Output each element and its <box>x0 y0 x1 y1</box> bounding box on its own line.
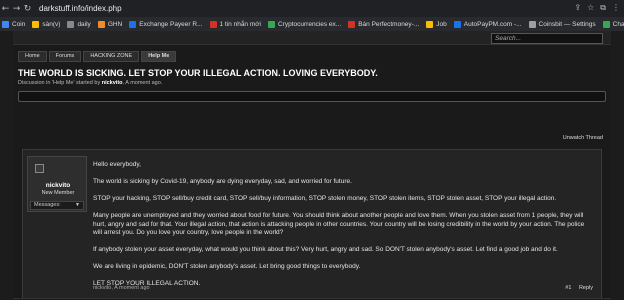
bookmark-label: 1 tin nhắn mới <box>219 20 261 28</box>
thread-title: THE WORLD IS SICKING. LET STOP YOUR ILLE… <box>18 68 378 78</box>
bookmark-label: daily <box>77 20 91 28</box>
reply-link[interactable]: Reply <box>579 285 593 291</box>
post-footer-author[interactable]: nickvito <box>93 285 111 291</box>
post-actions: #1 Reply <box>559 285 593 291</box>
thread-meta-prefix: Discussion in 'Help Me' started by <box>18 80 101 86</box>
bookmark-favicon-icon <box>97 20 105 28</box>
unwatch-thread-link[interactable]: Unwatch Thread <box>563 135 603 141</box>
bookmark-item[interactable]: GHN <box>97 20 123 28</box>
reload-icon[interactable]: ↻ <box>22 4 33 14</box>
post-paragraph: LET STOP YOUR ILLEGAL ACTION. <box>93 280 201 287</box>
menu-icon[interactable]: ⋮ <box>612 3 620 13</box>
chevron-down-icon[interactable]: ▼ <box>75 202 80 209</box>
bookmark-favicon-icon <box>67 20 75 28</box>
top-navigation: Search... <box>13 31 611 45</box>
user-title: New Member <box>41 190 75 196</box>
bookmark-favicon-icon <box>267 20 275 28</box>
post: nickvito New Member Messages: ▼ Hello ev… <box>22 149 602 299</box>
bookmark-item[interactable]: Job <box>426 20 447 28</box>
post-number[interactable]: #1 <box>565 285 571 291</box>
bookmark-label: Coin <box>12 20 26 28</box>
breadcrumb-home[interactable]: Home <box>18 51 47 62</box>
bookmark-favicon-icon <box>209 20 217 28</box>
thread-author-link[interactable]: nickvito <box>102 80 123 86</box>
bookmarks-bar: Coin sàn(v) daily GHN Exchange Payeer R... 1 … <box>0 17 624 31</box>
bookmark-item[interactable]: Cryptocurrencies ex... <box>267 20 342 28</box>
share-icon[interactable]: ⇪ <box>574 3 581 13</box>
bookmark-favicon-icon <box>32 20 40 28</box>
bookmark-item[interactable]: sàn(v) <box>32 20 61 28</box>
bookmark-label: sàn(v) <box>42 20 61 28</box>
bookmark-favicon-icon <box>129 20 137 28</box>
bookmark-label: Coinsbit — Settings <box>538 20 596 28</box>
bookmark-label: Exchange Payeer R... <box>139 20 203 28</box>
bookmark-label: Cryptocurrencies ex... <box>277 20 342 28</box>
thread-info-bar <box>18 91 606 102</box>
url-text[interactable]: darkstuff.info/index.php <box>39 4 122 13</box>
bookmark-item[interactable]: Bán Perfectmoney-... <box>348 20 420 28</box>
post-paragraph: Many people are unemployed and they worr… <box>93 212 585 236</box>
bookmark-item[interactable]: 1 tin nhắn mới <box>209 20 261 28</box>
bookmark-favicon-icon <box>2 20 9 28</box>
breadcrumb-help-me[interactable]: Help Me <box>141 51 177 62</box>
thread-meta: Discussion in 'Help Me' started by nickv… <box>18 80 163 86</box>
messages-row[interactable]: Messages: ▼ <box>30 201 84 210</box>
breadcrumb: Home Forums HACKING ZONE Help Me <box>18 51 178 62</box>
post-paragraph: STOP your hacking, STOP sell/buy credit … <box>93 195 557 202</box>
bookmark-favicon-icon <box>453 20 461 28</box>
bookmark-item[interactable]: Exchange Payeer R... <box>129 20 203 28</box>
bookmark-favicon-icon <box>426 20 434 28</box>
bookmark-favicon-icon <box>348 20 356 28</box>
post-paragraph: Hello everybody, <box>93 161 141 168</box>
post-body: Hello everybody, The world is sicking by… <box>93 161 593 297</box>
bookmark-label: Job <box>436 20 447 28</box>
back-icon[interactable]: ← <box>0 4 11 14</box>
post-footer-time: A moment ago <box>114 285 150 291</box>
breadcrumb-hacking-zone[interactable]: HACKING ZONE <box>83 51 140 62</box>
bookmark-label: GHN <box>107 20 123 28</box>
post-footer: nickvito, A moment ago <box>93 285 150 291</box>
bookmark-item[interactable]: daily <box>67 20 91 28</box>
messages-label: Messages: <box>34 202 61 208</box>
extensions-icon[interactable]: ⧉ <box>600 3 606 13</box>
post-username[interactable]: nickvito <box>28 182 88 189</box>
browser-actions: ⇪ ☆ ⧉ ⋮ <box>574 3 620 13</box>
thread-time: A moment ago. <box>125 80 163 86</box>
bookmark-favicon-icon <box>602 20 610 28</box>
user-info-box: nickvito New Member Messages: ▼ <box>27 156 87 212</box>
bookmark-star-icon[interactable]: ☆ <box>587 3 594 13</box>
bookmark-item[interactable]: Coin <box>2 20 26 28</box>
forward-icon[interactable]: → <box>11 4 22 14</box>
bookmark-item[interactable]: Chainge <box>602 20 624 28</box>
bookmark-favicon-icon <box>528 20 536 28</box>
bookmark-label: Bán Perfectmoney-... <box>358 20 420 28</box>
browser-address-bar: ← → ↻ darkstuff.info/index.php ⇪ ☆ ⧉ ⋮ <box>0 0 624 17</box>
bookmark-label: Chainge <box>612 20 624 28</box>
bookmark-label: AutoPayPM.com -... <box>463 20 522 28</box>
forum-page: Search... Home Forums HACKING ZONE Help … <box>13 31 611 300</box>
divider <box>13 298 611 299</box>
breadcrumb-forums[interactable]: Forums <box>48 51 82 62</box>
post-paragraph: If anybody stolen your asset everyday, w… <box>93 246 558 253</box>
avatar[interactable] <box>35 164 44 173</box>
bookmark-item[interactable]: Coinsbit — Settings <box>528 20 596 28</box>
post-paragraph: The world is sicking by Covid-19, anybod… <box>93 178 352 185</box>
search-input[interactable]: Search... <box>491 33 603 44</box>
post-paragraph: We are living in epidemic, DON'T stolen … <box>93 263 361 270</box>
bookmark-item[interactable]: AutoPayPM.com -... <box>453 20 522 28</box>
